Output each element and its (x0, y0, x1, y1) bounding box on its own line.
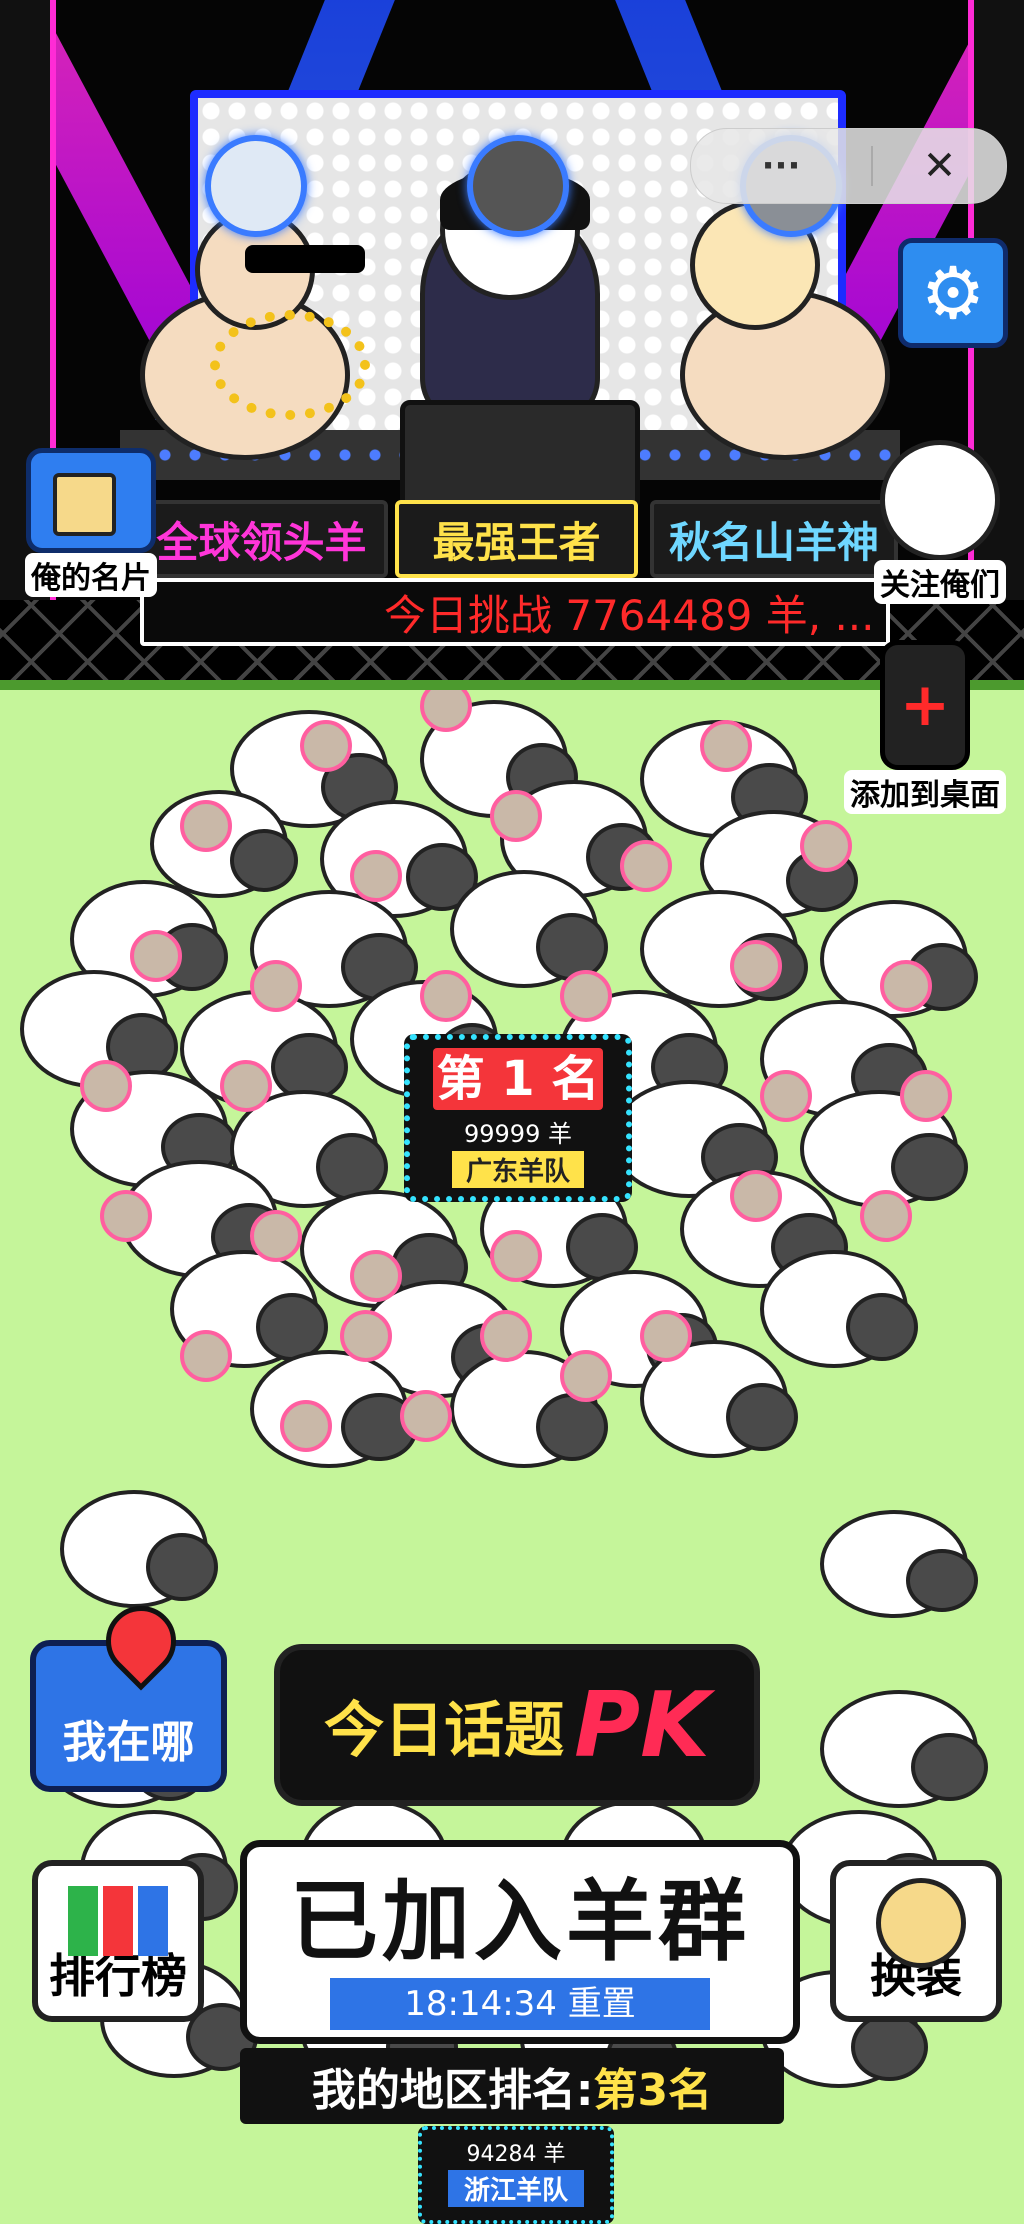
turntable-icon (400, 400, 640, 510)
player-avatar[interactable] (100, 1190, 152, 1242)
where-am-i-label: 我在哪 (62, 1717, 195, 1768)
add-to-desktop-label: 添加到桌面 (844, 770, 1006, 814)
sign-global-leader: 全球领头羊 (135, 500, 388, 578)
sheep-icon (250, 1350, 418, 1468)
reset-timer: 18:14:34 重置 (330, 1978, 710, 2030)
player-avatar[interactable] (480, 1310, 532, 1362)
player-avatar[interactable] (340, 1310, 392, 1362)
daily-topic-pk-button[interactable]: 今日话题 PK (274, 1644, 760, 1806)
sheep-icon (450, 870, 608, 988)
player-avatar[interactable] (180, 1330, 232, 1382)
phone-plus-icon: + (880, 640, 970, 770)
follow-us-button[interactable]: 关注俺们 (860, 440, 1020, 604)
player-avatar[interactable] (250, 1210, 302, 1262)
player-avatar[interactable] (420, 970, 472, 1022)
daily-topic-label: 今日话题 (324, 1695, 565, 1766)
rank-team: 广东羊队 (451, 1151, 584, 1188)
player-avatar[interactable] (220, 1060, 272, 1112)
player-avatar[interactable] (400, 1390, 452, 1442)
sheep-icon (820, 1510, 978, 1618)
joined-flock-panel[interactable]: 已加入羊群 18:14:34 重置 (240, 1840, 800, 2044)
region-rank-banner[interactable]: 我的地区排名: 第3名 (240, 2048, 784, 2124)
region-rank-value: 第3名 (593, 2065, 713, 2116)
sheep-costume-icon (876, 1878, 966, 1968)
player-avatar[interactable] (560, 1350, 612, 1402)
rank-score: 99999 羊 (464, 1120, 572, 1148)
sign-strongest-king: 最强王者 (395, 500, 638, 578)
region-team-badge: 94284 羊 浙江羊队 (418, 2126, 614, 2224)
sheep-icon (820, 1690, 988, 1808)
sheep-mascot-icon (880, 440, 1000, 560)
player-avatar[interactable] (490, 1230, 542, 1282)
dress-up-button[interactable]: 换装 (830, 1860, 1002, 2022)
my-card-button[interactable]: 俺的名片 (16, 448, 166, 597)
player-avatar[interactable] (250, 960, 302, 1012)
player-avatar[interactable] (180, 800, 232, 852)
more-dots-icon[interactable]: ··· (691, 146, 871, 186)
my-card-label: 俺的名片 (25, 553, 157, 597)
player-avatar[interactable] (880, 960, 932, 1012)
player-avatar[interactable] (490, 790, 542, 842)
follow-us-label: 关注俺们 (874, 560, 1006, 604)
player-avatar[interactable] (730, 1170, 782, 1222)
player-avatar[interactable] (730, 940, 782, 992)
close-icon[interactable]: ✕ (873, 143, 1006, 189)
region-team-name: 浙江羊队 (447, 2170, 584, 2207)
sheep-icon (60, 1490, 218, 1608)
name-card-icon (26, 448, 156, 553)
gold-chain-icon (210, 310, 370, 420)
pk-label: PK (574, 1672, 710, 1778)
region-rank-label: 我的地区排名: (311, 2065, 594, 2116)
challenge-ticker: 今日挑战 7764489 羊, ... (140, 578, 890, 646)
player-avatar[interactable] (900, 1070, 952, 1122)
player-avatar[interactable] (280, 1400, 332, 1452)
player-avatar[interactable] (130, 930, 182, 982)
player-avatar[interactable] (350, 850, 402, 902)
gear-icon: ⚙ (920, 251, 986, 335)
player-avatar[interactable] (80, 1060, 132, 1112)
first-place-badge[interactable]: 第 1 名 99999 羊 广东羊队 (404, 1034, 632, 1202)
player-avatar[interactable] (860, 1190, 912, 1242)
settings-button[interactable]: ⚙ (898, 238, 1008, 348)
rank-title: 第 1 名 (433, 1048, 603, 1110)
leaderboard-button[interactable]: 排行榜 (32, 1860, 204, 2022)
player-avatar[interactable] (350, 1250, 402, 1302)
player-avatar[interactable] (760, 1070, 812, 1122)
sheep-icon (760, 1250, 918, 1368)
player-avatar[interactable] (700, 720, 752, 772)
player-avatar[interactable] (640, 1310, 692, 1362)
player-avatar[interactable] (560, 970, 612, 1022)
sunglasses-icon (245, 245, 365, 273)
player-avatar[interactable] (620, 840, 672, 892)
where-am-i-button[interactable]: 我在哪 (30, 1591, 227, 1792)
player-avatar[interactable] (800, 820, 852, 872)
top-player-avatar-2[interactable] (467, 135, 569, 237)
joined-flock-label: 已加入羊群 (289, 1870, 750, 1973)
add-to-desktop-button[interactable]: + 添加到桌面 (830, 640, 1020, 814)
bar-chart-icon (68, 1886, 168, 1956)
region-team-score: 94284 羊 (466, 2142, 566, 2167)
miniprogram-capsule: ··· ✕ (690, 128, 1007, 204)
player-avatar[interactable] (300, 720, 352, 772)
top-player-avatar-1[interactable] (205, 135, 307, 237)
